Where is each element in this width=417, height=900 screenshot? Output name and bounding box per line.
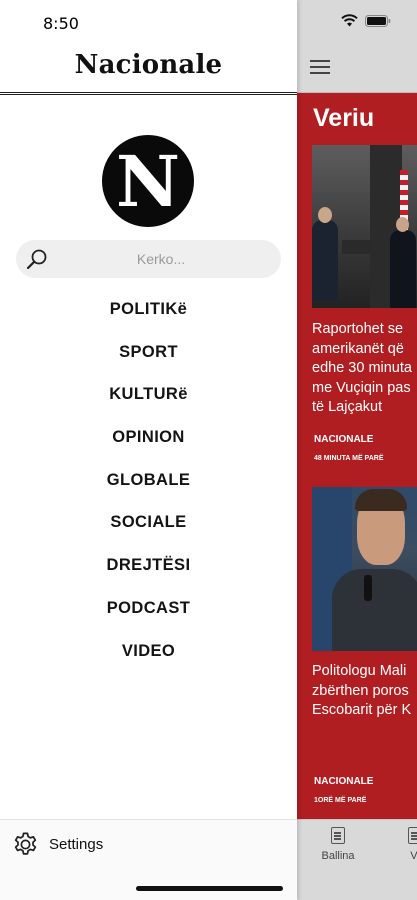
header-divider xyxy=(0,92,297,95)
article-headline[interactable]: Raportohet se amerikanët që edhe 30 minu… xyxy=(312,320,417,418)
search-icon[interactable] xyxy=(25,247,49,271)
search-bar[interactable] xyxy=(16,240,281,278)
brand-title: Nacionale xyxy=(74,50,223,80)
battery-icon xyxy=(365,15,391,27)
settings-label[interactable]: Settings xyxy=(49,836,103,853)
gear-icon[interactable] xyxy=(12,831,39,858)
tab-bar: Ballina Vi xyxy=(297,819,417,900)
menu-item-opinion[interactable]: OPINION xyxy=(0,416,297,459)
background-toolbar xyxy=(297,47,417,93)
menu-item-kulture[interactable]: KULTURë xyxy=(0,373,297,416)
hamburger-menu-icon[interactable] xyxy=(310,60,330,76)
status-bar-icons xyxy=(297,0,417,47)
navigation-drawer: 8:50 Nacionale N POLITIKë SPORT KULTURë … xyxy=(0,0,297,900)
search-input[interactable] xyxy=(56,240,266,278)
background-app: Veriu Raportohet se amerikanët që edhe 3… xyxy=(297,0,417,900)
menu-item-sport[interactable]: SPORT xyxy=(0,331,297,374)
menu-item-politike[interactable]: POLITIKë xyxy=(0,288,297,331)
article-source: NACIONALE xyxy=(314,776,374,787)
article-source: NACIONALE xyxy=(314,434,374,445)
menu-item-globale[interactable]: GLOBALE xyxy=(0,459,297,502)
tab-video[interactable]: Vi xyxy=(385,827,417,862)
article-image[interactable] xyxy=(312,487,417,651)
menu-item-podcast[interactable]: PODCAST xyxy=(0,587,297,630)
article-time: 1ORË MË PARË xyxy=(314,797,367,804)
tab-ballina[interactable]: Ballina xyxy=(308,827,368,862)
article-image[interactable] xyxy=(312,145,417,308)
wifi-icon xyxy=(341,14,358,27)
home-indicator xyxy=(136,886,283,891)
section-menu: POLITIKë SPORT KULTURë OPINION GLOBALE S… xyxy=(0,288,297,672)
menu-item-video[interactable]: VIDEO xyxy=(0,630,297,673)
section-title: Veriu xyxy=(313,104,375,132)
article-headline[interactable]: Politologu Mali zbërthen poros Escobarit… xyxy=(312,662,417,721)
document-icon xyxy=(331,827,345,844)
brand-logo: N xyxy=(102,135,194,227)
logo-letter: N xyxy=(116,140,180,223)
status-bar: 8:50 xyxy=(0,0,297,47)
article-time: 48 MINUTA MË PARË xyxy=(314,455,384,462)
menu-item-sociale[interactable]: SOCIALE xyxy=(0,501,297,544)
status-time: 8:50 xyxy=(43,14,79,33)
video-icon xyxy=(408,827,417,844)
menu-item-drejtesi[interactable]: DREJTËSI xyxy=(0,544,297,587)
